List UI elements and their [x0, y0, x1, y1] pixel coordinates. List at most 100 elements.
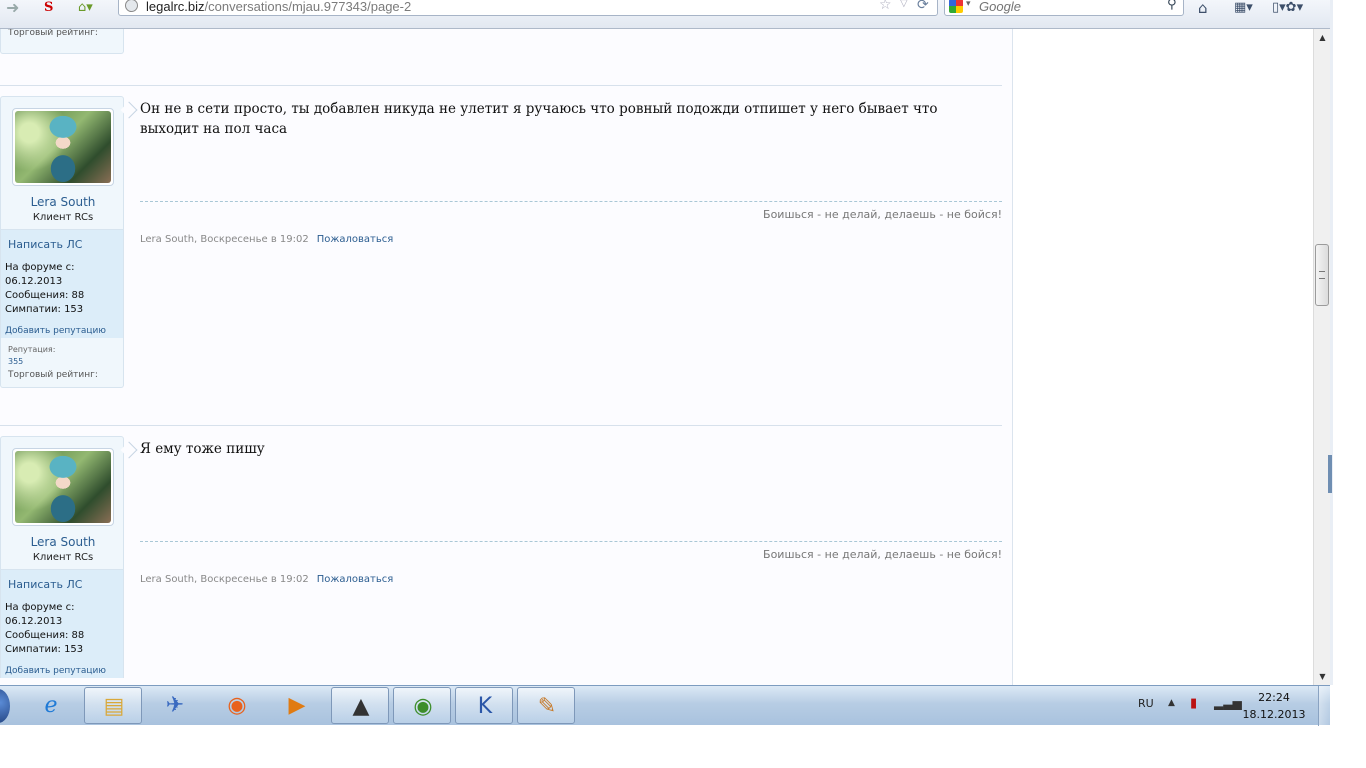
- message-text: Он не в сети просто, ты добавлен никуда …: [140, 101, 938, 137]
- back-arrow-icon[interactable]: ➜: [6, 0, 26, 16]
- taskbar-globe-app[interactable]: ◉: [393, 687, 451, 724]
- network-signal-icon[interactable]: ▂▃▅: [1214, 696, 1242, 710]
- addon-house-icon[interactable]: ⌂▾: [78, 0, 104, 16]
- scroll-down-arrow-icon[interactable]: ▼: [1314, 668, 1331, 685]
- taskbar-app[interactable]: ✈: [146, 687, 204, 724]
- taskbar-ie[interactable]: e: [22, 687, 80, 724]
- url-domain: legalrc.biz: [146, 0, 205, 14]
- user-reputation-panel: Репутация: 355 Торговый рейтинг:: [0, 338, 124, 388]
- message-author-date[interactable]: Lera South, Воскресенье в 19:02: [140, 234, 309, 245]
- user-card-top: Lera South Клиент RCs: [0, 436, 124, 570]
- joined-label: На форуме с:: [5, 602, 75, 613]
- avatar[interactable]: [15, 451, 111, 523]
- app-icon: ✈: [165, 693, 185, 718]
- taskbar-explorer[interactable]: ▤: [84, 687, 142, 724]
- start-button[interactable]: [0, 689, 10, 723]
- page-viewport: 320 Торговый рейтинг: Lera South Клиент …: [0, 29, 1313, 685]
- download-icon[interactable]: ▯▾✿▾: [1272, 0, 1312, 16]
- report-link[interactable]: Пожаловаться: [317, 574, 394, 585]
- taskbar-k-app[interactable]: K: [455, 687, 513, 724]
- user-info-panel: Написать ЛС На форуме с: 06.12.2013 Сооб…: [0, 230, 124, 338]
- user-info-panel: Написать ЛС На форуме с: 06.12.2013 Сооб…: [0, 570, 124, 678]
- signature-text: Боишься - не делай, делаешь - не бойся!: [763, 208, 1002, 221]
- bookmarks-icon[interactable]: ▦▾: [1234, 0, 1264, 16]
- likes-count: Симпатии: 153: [5, 304, 84, 315]
- message-post: Lera South Клиент RCs Написать ЛС На фор…: [0, 425, 1002, 685]
- username-link[interactable]: Lera South: [1, 195, 125, 209]
- home-icon[interactable]: ⌂: [1198, 0, 1218, 16]
- send-pm-link[interactable]: Написать ЛС: [8, 578, 82, 591]
- clock-time[interactable]: 22:24: [1246, 691, 1302, 704]
- search-box[interactable]: ▾ ⚲: [944, 0, 1184, 16]
- vertical-scrollbar[interactable]: ▲ ▼: [1313, 29, 1330, 685]
- message-text: Я ему тоже пишу: [140, 441, 265, 457]
- joined-label: На форуме с:: [5, 262, 75, 273]
- globe-icon: [125, 0, 138, 12]
- address-bar-text[interactable]: legalrc.biz/conversations/mjau.977343/pa…: [146, 0, 411, 14]
- avatar-frame[interactable]: [12, 448, 114, 526]
- search-icon[interactable]: ⚲: [1167, 0, 1177, 12]
- taskbar-media-player[interactable]: ▶: [268, 687, 326, 724]
- addon-s-icon[interactable]: S: [44, 0, 64, 16]
- add-reputation-link[interactable]: Добавить репутацию: [5, 666, 106, 676]
- url-path: /conversations/mjau.977343/page-2: [204, 0, 412, 14]
- firefox-icon: ◉: [227, 693, 247, 718]
- message-author-date[interactable]: Lera South, Воскресенье в 19:02: [140, 574, 309, 585]
- search-input[interactable]: [979, 0, 1159, 14]
- user-title: Клиент RCs: [32, 212, 94, 223]
- taskbar-firefox[interactable]: ◉: [208, 687, 266, 724]
- mask-icon: ▲: [352, 694, 370, 719]
- window-resize-handle[interactable]: [1328, 455, 1332, 493]
- show-desktop-button[interactable]: [1318, 686, 1330, 726]
- joined-date: 06.12.2013: [5, 616, 63, 627]
- window-border: [1330, 0, 1333, 685]
- user-card-top: Lera South Клиент RCs: [0, 96, 124, 230]
- address-bar[interactable]: legalrc.biz/conversations/mjau.977343/pa…: [118, 0, 938, 16]
- joined-date: 06.12.2013: [5, 276, 63, 287]
- posts-count: Сообщения: 88: [5, 290, 85, 301]
- signature-text: Боишься - не делай, делаешь - не бойся!: [763, 548, 1002, 561]
- posts-count: Сообщения: 88: [5, 630, 85, 641]
- add-reputation-link[interactable]: Добавить репутацию: [5, 326, 106, 336]
- content-column: 320 Торговый рейтинг: Lera South Клиент …: [0, 29, 1012, 685]
- reputation-label: Репутация:: [8, 345, 56, 354]
- avatar-frame[interactable]: [12, 108, 114, 186]
- bookmark-star-icon[interactable]: ☆: [879, 0, 892, 13]
- previous-user-card: 320 Торговый рейтинг:: [0, 29, 124, 54]
- avatar[interactable]: [15, 111, 111, 183]
- media-player-icon: ▶: [288, 693, 306, 718]
- tray-expand-icon[interactable]: ▲: [1168, 698, 1175, 708]
- signature-divider: [140, 201, 1002, 202]
- scrollbar-thumb[interactable]: [1315, 244, 1329, 306]
- google-icon[interactable]: [949, 0, 963, 13]
- taskbar-paint[interactable]: ✎: [517, 687, 575, 724]
- scrollbar-grip: [1319, 271, 1325, 279]
- power-icon[interactable]: ▮: [1190, 696, 1197, 711]
- username-link[interactable]: Lera South: [1, 535, 125, 549]
- reload-icon[interactable]: ⟳: [917, 0, 929, 13]
- paint-icon: ✎: [537, 694, 557, 719]
- engine-dropdown-icon[interactable]: ▾: [966, 0, 971, 9]
- browser-toolbar: ➜ S ⌂▾ legalrc.biz/conversations/mjau.97…: [0, 0, 1330, 29]
- language-indicator[interactable]: RU: [1138, 697, 1154, 710]
- user-card: Lera South Клиент RCs Написать ЛС На фор…: [0, 96, 124, 396]
- k-app-icon: K: [477, 694, 493, 719]
- clock-date[interactable]: 18.12.2013: [1240, 708, 1308, 721]
- user-card: Lera South Клиент RCs Написать ЛС На фор…: [0, 436, 124, 685]
- reputation-value[interactable]: 355: [8, 357, 23, 366]
- signature-divider: [140, 541, 1002, 542]
- likes-count: Симпатии: 153: [5, 644, 84, 655]
- history-dropdown-icon[interactable]: ▽: [900, 0, 908, 9]
- taskbar-transformers[interactable]: ▲: [331, 687, 389, 724]
- user-title: Клиент RCs: [32, 552, 94, 563]
- scroll-up-arrow-icon[interactable]: ▲: [1314, 29, 1331, 46]
- send-pm-link[interactable]: Написать ЛС: [8, 238, 82, 251]
- message-post: Lera South Клиент RCs Написать ЛС На фор…: [0, 85, 1002, 425]
- globe-app-icon: ◉: [413, 694, 433, 719]
- message-meta: Lera South, Воскресенье в 19:02 Пожаловат…: [140, 234, 393, 245]
- trade-rating-label: Торговый рейтинг:: [8, 370, 98, 380]
- right-sidebar: [1012, 29, 1313, 685]
- report-link[interactable]: Пожаловаться: [317, 234, 394, 245]
- previous-trade-label: Торговый рейтинг:: [8, 29, 98, 38]
- taskbar: e ▤ ✈ ◉ ▶ ▲ ◉ K ✎ RU ▲ ▮ ▂▃▅ 22:24 18.12…: [0, 685, 1330, 726]
